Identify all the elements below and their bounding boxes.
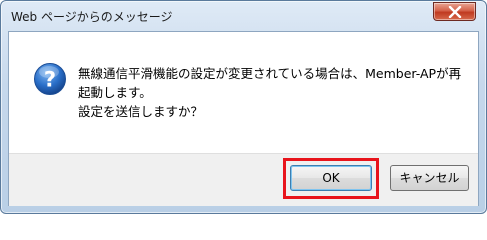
button-bar: OK キャンセル	[9, 153, 478, 206]
svg-text:?: ?	[44, 68, 56, 92]
message-line: 起動します。	[78, 85, 152, 100]
dialog-body: ? 無線通信平滑機能の設定が変更されている場合は、Member-APが再 起動し…	[8, 31, 479, 206]
dialog-message: 無線通信平滑機能の設定が変更されている場合は、Member-APが再 起動します…	[78, 64, 461, 121]
message-line: 無線通信平滑機能の設定が変更されている場合は、Member-APが再	[78, 66, 462, 81]
close-icon	[448, 6, 462, 18]
dialog-title: Web ページからのメッセージ	[11, 10, 173, 24]
ok-button[interactable]: OK	[290, 165, 372, 191]
cancel-button[interactable]: キャンセル	[390, 165, 469, 191]
title-bar[interactable]: Web ページからのメッセージ	[1, 1, 486, 31]
question-icon: ?	[34, 63, 66, 95]
message-line: 設定を送信しますか？	[78, 104, 204, 119]
message-dialog: Web ページからのメッセージ ? 無線通信平滑機能の設定が変更されている場合は…	[0, 0, 487, 214]
close-button[interactable]	[433, 2, 476, 21]
